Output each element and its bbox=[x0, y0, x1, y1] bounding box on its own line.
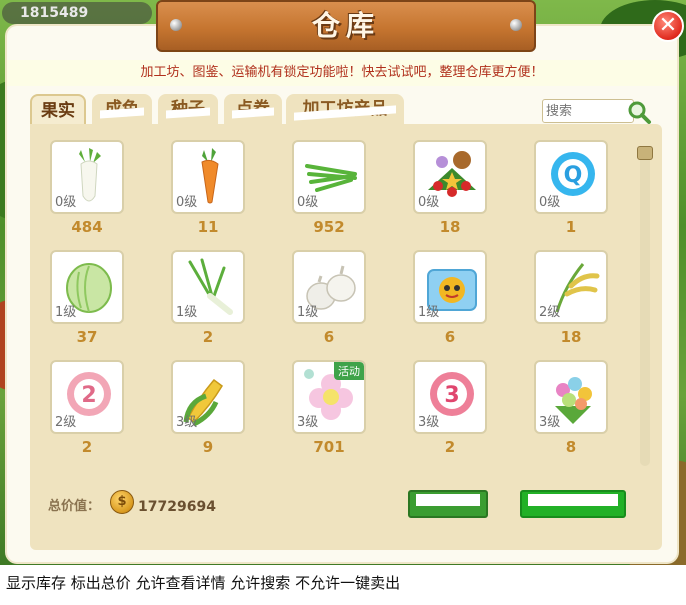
item-count: 952 bbox=[313, 218, 345, 236]
tab-workshop-products[interactable]: 加工坊产品 bbox=[286, 94, 404, 124]
item-level: 1级 bbox=[176, 305, 198, 320]
nail-left bbox=[170, 19, 182, 31]
inventory-item: 2 2级 2 bbox=[44, 360, 154, 470]
inventory-item: Q 0级 1 bbox=[528, 140, 626, 250]
item-level: 0级 bbox=[297, 195, 319, 210]
search-icon[interactable] bbox=[626, 99, 652, 125]
sell-all-button[interactable] bbox=[520, 490, 626, 518]
item-count: 8 bbox=[565, 438, 577, 456]
inventory-item: 3级 8 bbox=[528, 360, 626, 470]
search-box bbox=[542, 99, 652, 125]
tab-seeds[interactable]: 种子 bbox=[158, 94, 218, 124]
inventory-item: 1级 37 bbox=[44, 250, 154, 360]
item-level: 1级 bbox=[297, 305, 319, 320]
inventory-item: 0级 18 bbox=[407, 140, 517, 250]
notice-banner: 加工坊、图鉴、运输机有锁定功能啦！快去试试吧，整理仓库更方便！ bbox=[7, 60, 677, 86]
item-level: 3级 bbox=[539, 415, 561, 430]
item-level: 1级 bbox=[55, 305, 77, 320]
item-level: 0级 bbox=[539, 195, 561, 210]
view-detail-button[interactable] bbox=[408, 490, 488, 518]
inventory-item: 0级 952 bbox=[286, 140, 396, 250]
item-level: 1级 bbox=[418, 305, 440, 320]
item-level: 3级 bbox=[297, 415, 319, 430]
item-level: 2级 bbox=[539, 305, 561, 320]
inventory-item: 3 3级 2 bbox=[407, 360, 517, 470]
item-count: 18 bbox=[560, 328, 582, 346]
tab-coupons[interactable]: 点券 bbox=[224, 94, 282, 124]
inventory-grid: 0级 484 0级 11 0级 952 0级 18 Q 0级 1 1级 37 1… bbox=[44, 140, 626, 470]
item-card[interactable]: 3级 bbox=[534, 360, 608, 434]
event-tag: 活动 bbox=[334, 362, 364, 380]
item-card[interactable]: 1级 bbox=[171, 250, 245, 324]
item-card[interactable]: 1级 bbox=[413, 250, 487, 324]
item-card[interactable]: Q 0级 bbox=[534, 140, 608, 214]
svg-text:3: 3 bbox=[444, 383, 459, 408]
item-card[interactable]: 2 2级 bbox=[50, 360, 124, 434]
item-count: 484 bbox=[71, 218, 103, 236]
item-count: 11 bbox=[197, 218, 219, 236]
item-level: 0级 bbox=[418, 195, 440, 210]
total-value-label: 总价值： bbox=[48, 499, 101, 514]
inventory-item: 1级 2 bbox=[165, 250, 275, 360]
inventory-item: 1级 6 bbox=[407, 250, 517, 360]
item-card[interactable]: 活动 3级 bbox=[292, 360, 366, 434]
window-title: 仓库 bbox=[311, 9, 380, 42]
item-level: 2级 bbox=[55, 415, 77, 430]
item-card[interactable]: 1级 bbox=[292, 250, 366, 324]
item-count: 1 bbox=[565, 218, 577, 236]
tab-label: 果实 bbox=[41, 101, 75, 121]
scroll-thumb[interactable] bbox=[637, 146, 653, 160]
item-card[interactable]: 1级 bbox=[50, 250, 124, 324]
item-card[interactable]: 0级 bbox=[413, 140, 487, 214]
item-count: 6 bbox=[323, 328, 335, 346]
item-count: 37 bbox=[76, 328, 98, 346]
tab-quality[interactable]: 成色 bbox=[92, 94, 152, 124]
item-count: 2 bbox=[81, 438, 93, 456]
player-counter: 1815489 bbox=[2, 2, 152, 24]
item-count: 2 bbox=[202, 328, 214, 346]
item-level: 3级 bbox=[418, 415, 440, 430]
nail-right bbox=[510, 19, 522, 31]
redaction-mark bbox=[528, 494, 618, 506]
title-plank: 仓库 bbox=[156, 0, 536, 52]
svg-text:Q: Q bbox=[564, 163, 583, 188]
inventory-item: 0级 11 bbox=[165, 140, 275, 250]
item-card[interactable]: 2级 bbox=[534, 250, 608, 324]
close-button[interactable]: ✕ bbox=[652, 10, 684, 42]
item-count: 2 bbox=[444, 438, 456, 456]
item-count: 9 bbox=[202, 438, 214, 456]
item-card[interactable]: 0级 bbox=[50, 140, 124, 214]
inventory-item: 活动 3级 701 bbox=[286, 360, 396, 470]
coin-icon: $ bbox=[110, 490, 134, 514]
item-card[interactable]: 0级 bbox=[292, 140, 366, 214]
inventory-scrollbar[interactable] bbox=[637, 146, 653, 466]
inventory-item: 3级 9 bbox=[165, 360, 275, 470]
item-level: 0级 bbox=[55, 195, 77, 210]
total-value: 17729694 bbox=[138, 499, 216, 515]
tab-fruit[interactable]: 果实 bbox=[30, 94, 86, 124]
caption-text: 显示库存 标出总价 允许查看详情 允许搜索 不允许一键卖出 bbox=[6, 574, 401, 592]
item-count: 701 bbox=[313, 438, 345, 456]
inventory-area: 0级 484 0级 11 0级 952 0级 18 Q 0级 1 1级 37 1… bbox=[30, 124, 662, 550]
search-input[interactable] bbox=[542, 99, 634, 123]
svg-text:2: 2 bbox=[81, 383, 96, 408]
inventory-item: 1级 6 bbox=[286, 250, 396, 360]
inventory-item: 2级 18 bbox=[528, 250, 626, 360]
item-level: 0级 bbox=[176, 195, 198, 210]
item-count: 18 bbox=[439, 218, 461, 236]
item-count: 6 bbox=[444, 328, 456, 346]
item-card[interactable]: 0级 bbox=[171, 140, 245, 214]
item-card[interactable]: 3 3级 bbox=[413, 360, 487, 434]
item-level: 3级 bbox=[176, 415, 198, 430]
redaction-mark bbox=[416, 494, 480, 506]
inventory-item: 0级 484 bbox=[44, 140, 154, 250]
item-card[interactable]: 3级 bbox=[171, 360, 245, 434]
